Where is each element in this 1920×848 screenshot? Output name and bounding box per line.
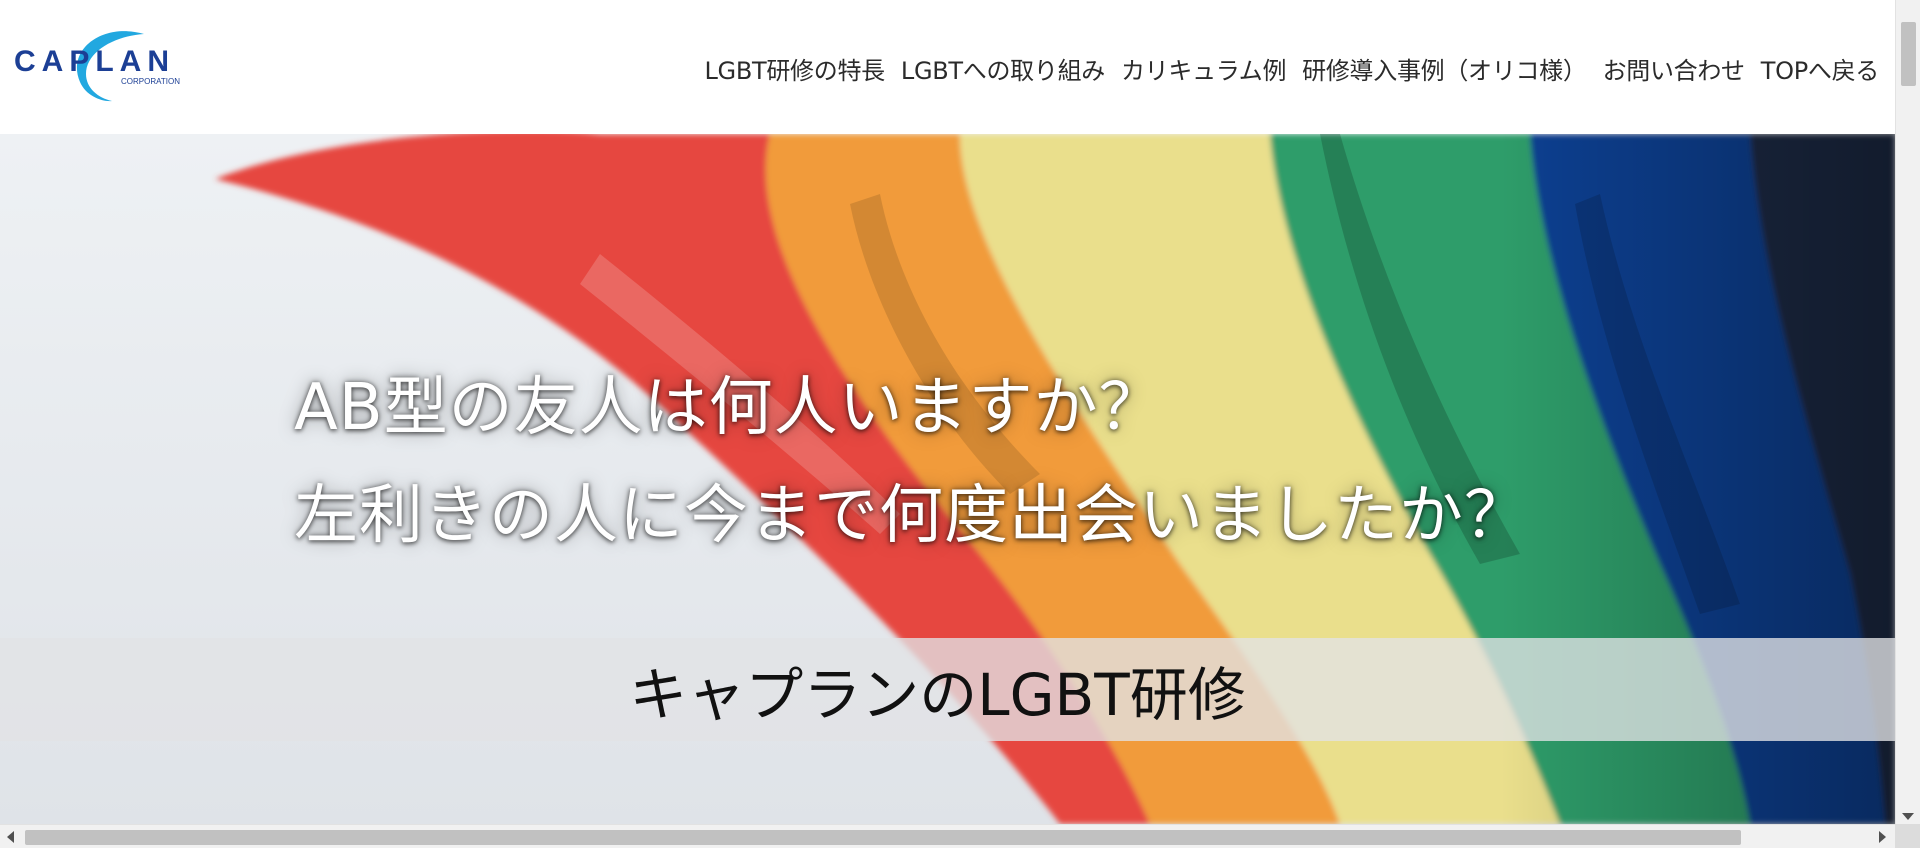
scrollbar-corner — [1895, 824, 1920, 848]
nav-initiatives[interactable]: LGBTへの取り組み — [901, 51, 1105, 86]
nav-case-study[interactable]: 研修導入事例（オリコ様） — [1302, 51, 1587, 86]
scroll-right-arrow-icon[interactable] — [1879, 831, 1886, 843]
main-nav: LGBT研修の特長 LGBTへの取り組み カリキュラム例 研修導入事例（オリコ様… — [704, 50, 1879, 86]
vertical-scrollbar[interactable] — [1895, 0, 1920, 824]
horizontal-scroll-thumb[interactable] — [25, 830, 1741, 845]
hero-banner: キャプランのLGBT研修 — [0, 638, 1895, 741]
nav-back-to-top[interactable]: TOPへ戻る — [1761, 51, 1880, 86]
hero-section: AB型の友人は何人いますか？ 左利きの人に今まで何度出会いましたか？ キャプラン… — [0, 134, 1895, 824]
svg-text:CAPLAN: CAPLAN — [14, 45, 175, 78]
site-header: CAPLAN CORPORATION LGBT研修の特長 LGBTへの取り組み … — [0, 0, 1895, 134]
nav-features[interactable]: LGBT研修の特長 — [704, 51, 885, 86]
scroll-down-arrow-icon[interactable] — [1902, 813, 1914, 820]
hero-question-left-handed: 左利きの人に今まで何度出会いましたか？ — [294, 479, 1529, 553]
caplan-logo-mark: CAPLAN CORPORATION — [14, 31, 180, 102]
hero-banner-title: キャプランのLGBT研修 — [629, 660, 1246, 729]
hero-question-blood-type: AB型の友人は何人いますか？ — [294, 371, 1164, 445]
caplan-logo[interactable]: CAPLAN CORPORATION — [14, 28, 199, 106]
svg-text:CORPORATION: CORPORATION — [121, 77, 180, 86]
vertical-scroll-thumb[interactable] — [1901, 22, 1916, 86]
horizontal-scrollbar[interactable] — [0, 824, 1895, 848]
scroll-left-arrow-icon[interactable] — [7, 831, 14, 843]
nav-curriculum[interactable]: カリキュラム例 — [1121, 51, 1286, 86]
nav-contact[interactable]: お問い合わせ — [1603, 51, 1746, 86]
